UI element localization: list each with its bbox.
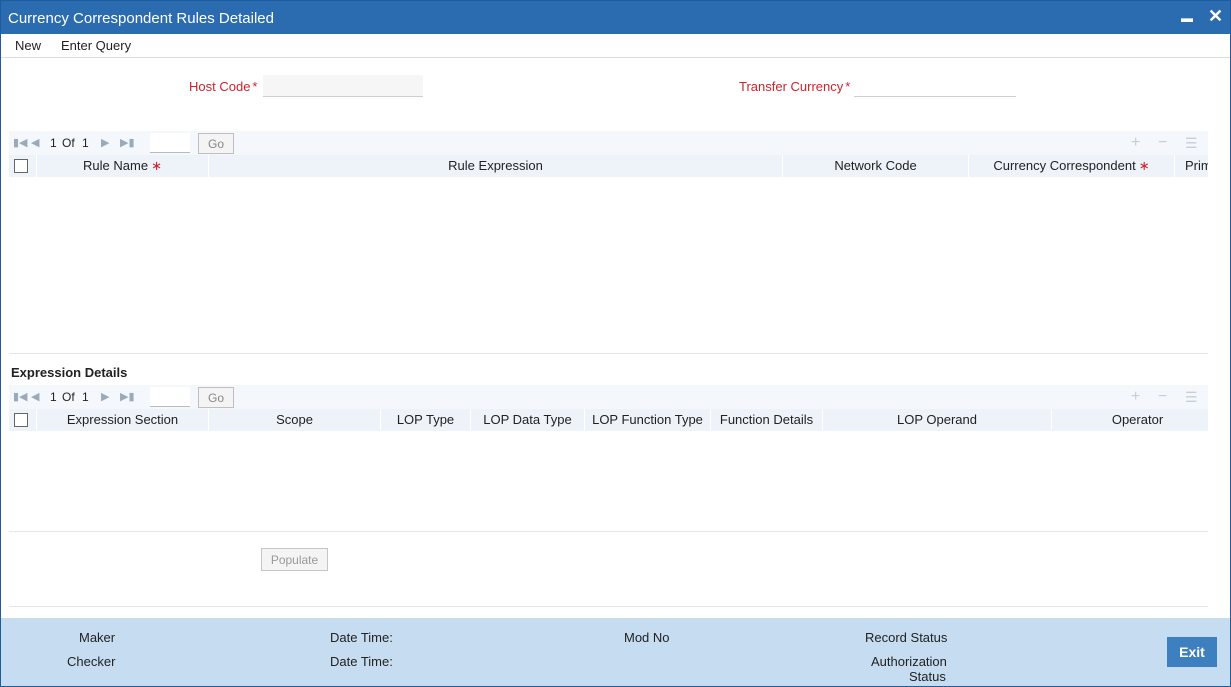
pager-current: 1 (50, 390, 57, 404)
col-scope: Scope (208, 409, 380, 431)
col-lop-function-type: LOP Function Type (584, 409, 710, 431)
audit-footer: Maker Checker Date Time: Date Time: Mod … (1, 618, 1230, 686)
rules-table-header: Rule Name ∗ Rule Expression Network Code … (9, 155, 1208, 177)
required-mark: ∗ (151, 158, 162, 173)
first-page-icon[interactable]: ▮◀ (13, 390, 28, 403)
single-view-icon[interactable]: ☰ (1185, 135, 1198, 152)
delete-row-icon[interactable]: − (1158, 134, 1167, 152)
go-button[interactable]: Go (198, 133, 234, 154)
maker-date-time-label: Date Time: (330, 630, 393, 645)
select-all-cell (9, 409, 36, 431)
expression-details-title: Expression Details (11, 365, 128, 380)
add-row-icon[interactable]: + (1131, 388, 1140, 406)
add-row-icon[interactable]: + (1131, 134, 1140, 152)
transfer-currency-input[interactable] (854, 75, 1016, 97)
col-primary-label: Prim (1185, 158, 1208, 173)
divider (9, 606, 1208, 607)
pager-total: 1 (82, 136, 89, 150)
col-lop-data-type: LOP Data Type (470, 409, 584, 431)
host-code-label-text: Host Code (189, 79, 251, 94)
col-currency-correspondent: Currency Correspondent ∗ (968, 155, 1174, 177)
divider (9, 353, 1208, 354)
required-mark: * (252, 79, 258, 94)
col-primary: Prim (1174, 155, 1208, 177)
title-bar: Currency Correspondent Rules Detailed ▬ … (1, 1, 1230, 34)
minimize-icon[interactable]: ▬ (1181, 11, 1193, 25)
transfer-currency-label-text: Transfer Currency (739, 79, 844, 94)
pager-total: 1 (82, 390, 89, 404)
col-network-code: Network Code (782, 155, 968, 177)
col-rule-name-label: Rule Name (83, 158, 149, 173)
authorization-status-label-line2: Status (909, 669, 946, 684)
divider (9, 531, 1208, 532)
rules-pager: ▮◀ ◀ 1 Of 1 ▶ ▶▮ Go + − ☰ (9, 131, 1208, 155)
col-expression-section: Expression Section (36, 409, 208, 431)
select-all-checkbox[interactable] (14, 413, 28, 427)
menu-new[interactable]: New (15, 38, 41, 53)
page-number-input[interactable] (150, 387, 190, 407)
col-rule-name: Rule Name ∗ (36, 155, 208, 177)
select-all-cell (9, 155, 36, 177)
transfer-currency-label: Transfer Currency * (739, 79, 850, 94)
col-lop-operand: LOP Operand (822, 409, 1051, 431)
required-mark: * (845, 79, 851, 94)
last-page-icon[interactable]: ▶▮ (120, 136, 135, 149)
window-title: Currency Correspondent Rules Detailed (8, 10, 274, 27)
window: Currency Correspondent Rules Detailed ▬ … (0, 0, 1231, 687)
pager-current: 1 (50, 136, 57, 150)
col-rule-expression-label: Rule Expression (448, 158, 543, 173)
maker-label: Maker (79, 630, 116, 645)
host-code-input[interactable] (263, 75, 423, 97)
populate-button[interactable]: Populate (261, 548, 328, 571)
menu-enter-query[interactable]: Enter Query (61, 38, 131, 53)
close-icon[interactable]: ✕ (1208, 6, 1223, 27)
select-all-checkbox[interactable] (14, 159, 28, 173)
first-page-icon[interactable]: ▮◀ (13, 136, 28, 149)
host-code-label: Host Code * (189, 79, 257, 94)
prev-page-icon[interactable]: ◀ (31, 136, 39, 149)
col-operator: Operator (1051, 409, 1208, 431)
record-status-label: Record Status (865, 630, 948, 645)
exit-button[interactable]: Exit (1167, 637, 1217, 667)
col-rule-expression: Rule Expression (208, 155, 782, 177)
pager-of: Of (62, 136, 75, 150)
authorization-status-label-line1: Authorization (871, 654, 947, 669)
checker-label: Checker (67, 654, 116, 669)
expression-pager: ▮◀ ◀ 1 Of 1 ▶ ▶▮ Go + − ☰ (9, 385, 1208, 409)
page-number-input[interactable] (150, 133, 190, 153)
expression-table-header: Expression Section Scope LOP Type LOP Da… (9, 409, 1208, 431)
single-view-icon[interactable]: ☰ (1185, 389, 1198, 406)
next-page-icon[interactable]: ▶ (101, 390, 109, 403)
delete-row-icon[interactable]: − (1158, 388, 1167, 406)
col-network-code-label: Network Code (834, 158, 917, 173)
mod-no-label: Mod No (624, 630, 670, 645)
menu-bar: New Enter Query (1, 34, 1230, 58)
checker-date-time-label: Date Time: (330, 654, 393, 669)
col-function-details: Function Details (710, 409, 822, 431)
col-lop-type: LOP Type (380, 409, 470, 431)
pager-of: Of (62, 390, 75, 404)
prev-page-icon[interactable]: ◀ (31, 390, 39, 403)
next-page-icon[interactable]: ▶ (101, 136, 109, 149)
last-page-icon[interactable]: ▶▮ (120, 390, 135, 403)
col-currency-correspondent-label: Currency Correspondent (993, 158, 1136, 173)
go-button[interactable]: Go (198, 387, 234, 408)
required-mark: ∗ (1138, 158, 1150, 173)
